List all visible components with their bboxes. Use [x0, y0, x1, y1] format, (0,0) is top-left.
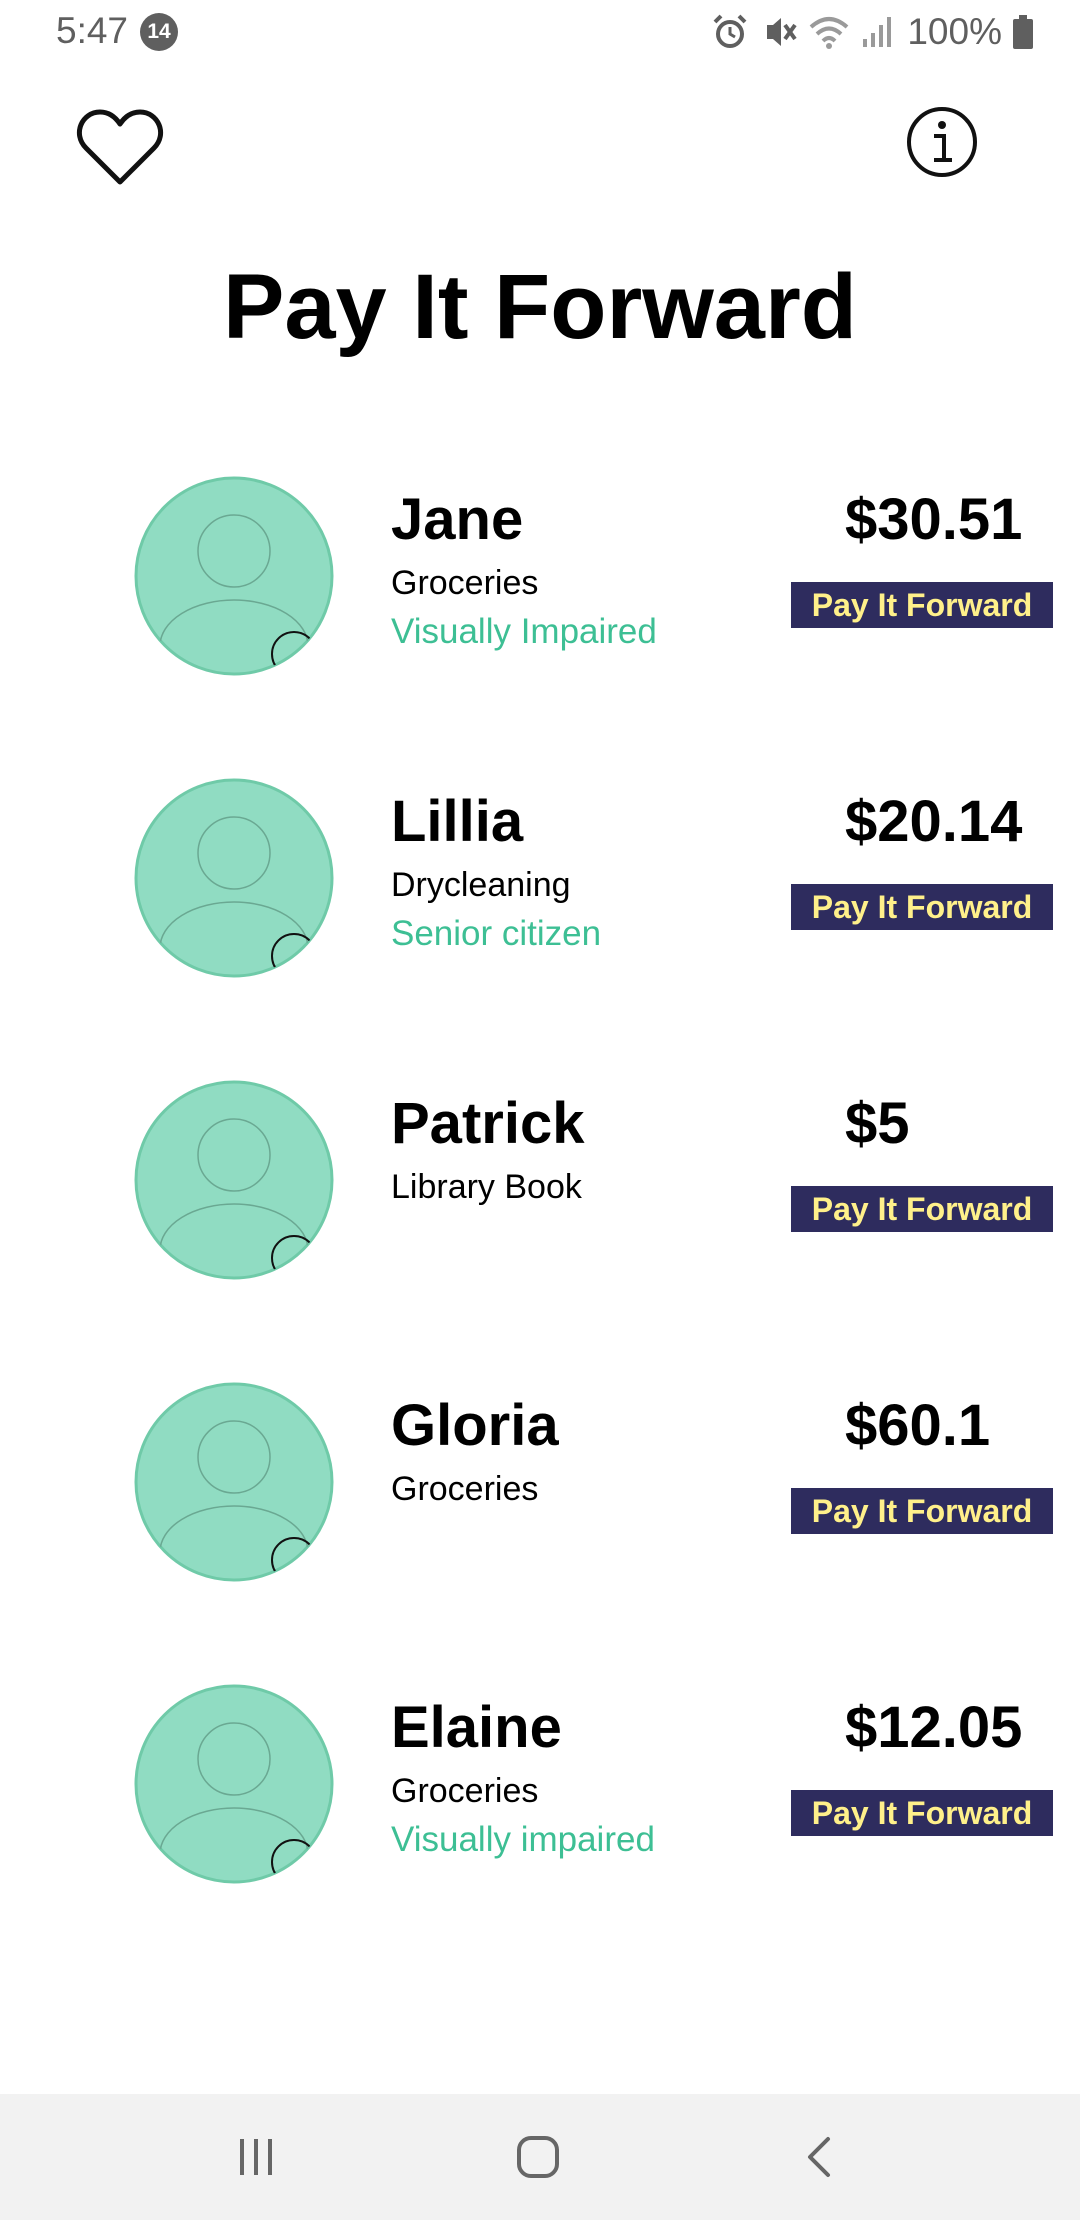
wifi-icon: [810, 17, 849, 49]
status-time: 5:47: [56, 10, 129, 51]
requester-tag: Visually Impaired: [391, 612, 657, 651]
avatar: [134, 1684, 334, 1884]
recents-button[interactable]: [216, 2124, 296, 2190]
requester-name: Lillia: [391, 789, 524, 854]
recents-icon: [240, 2139, 272, 2175]
navigation-bar: [0, 2094, 1080, 2220]
favorites-button[interactable]: [76, 108, 164, 188]
avatar: [134, 1080, 334, 1280]
list-item: Lillia Drycleaning Senior citizen $20.14…: [0, 778, 1080, 998]
requester-name: Patrick: [391, 1091, 585, 1156]
heart-icon: [77, 109, 163, 185]
requester-name: Elaine: [391, 1695, 562, 1760]
battery-icon: [1013, 15, 1033, 49]
info-button[interactable]: [904, 104, 980, 180]
pay-it-forward-button[interactable]: Pay It Forward: [791, 582, 1053, 628]
avatar: [134, 778, 334, 978]
avatar: [134, 1382, 334, 1582]
requester-name: Gloria: [391, 1393, 559, 1458]
back-icon: [808, 2137, 830, 2177]
requester-name: Jane: [391, 487, 524, 552]
app-screen: 5:47 14 100% Pay It Forward Jane Groceri…: [0, 0, 1080, 2220]
list-item: Gloria Groceries $60.1 Pay It Forward: [0, 1382, 1080, 1602]
alarm-icon: [713, 14, 747, 48]
pay-it-forward-button[interactable]: Pay It Forward: [791, 884, 1053, 930]
vibrate-icon: [767, 18, 797, 46]
avatar: [134, 476, 334, 676]
pay-it-forward-button[interactable]: Pay It Forward: [791, 1186, 1053, 1232]
request-category: Library Book: [391, 1168, 582, 1206]
page-title: Pay It Forward: [223, 256, 857, 358]
list-item: Elaine Groceries Visually impaired $12.0…: [0, 1684, 1080, 1904]
notification-badge: 14: [140, 13, 178, 51]
home-icon: [517, 2136, 559, 2178]
battery-percentage: 100%: [907, 11, 1002, 52]
request-category: Drycleaning: [391, 866, 571, 904]
list-item: Patrick Library Book $5 Pay It Forward: [0, 1080, 1080, 1300]
request-category: Groceries: [391, 1772, 539, 1810]
request-amount: $20.14: [845, 789, 1023, 854]
home-button[interactable]: [498, 2124, 578, 2190]
request-amount: $30.51: [845, 487, 1023, 552]
pay-it-forward-button[interactable]: Pay It Forward: [791, 1488, 1053, 1534]
requester-tag: Visually impaired: [391, 1820, 655, 1859]
info-icon: [907, 107, 977, 177]
status-bar: 5:47 14 100%: [0, 0, 1080, 64]
pay-it-forward-button[interactable]: Pay It Forward: [791, 1790, 1053, 1836]
back-button[interactable]: [780, 2124, 860, 2190]
request-category: Groceries: [391, 564, 539, 602]
request-amount: $60.1: [845, 1393, 991, 1458]
request-category: Groceries: [391, 1470, 539, 1508]
status-icons: 100%: [711, 8, 1034, 56]
request-amount: $12.05: [845, 1695, 1023, 1760]
requester-tag: Senior citizen: [391, 914, 602, 953]
list-item: Jane Groceries Visually Impaired $30.51 …: [0, 476, 1080, 696]
request-amount: $5: [845, 1091, 910, 1156]
signal-icon: [863, 17, 892, 47]
